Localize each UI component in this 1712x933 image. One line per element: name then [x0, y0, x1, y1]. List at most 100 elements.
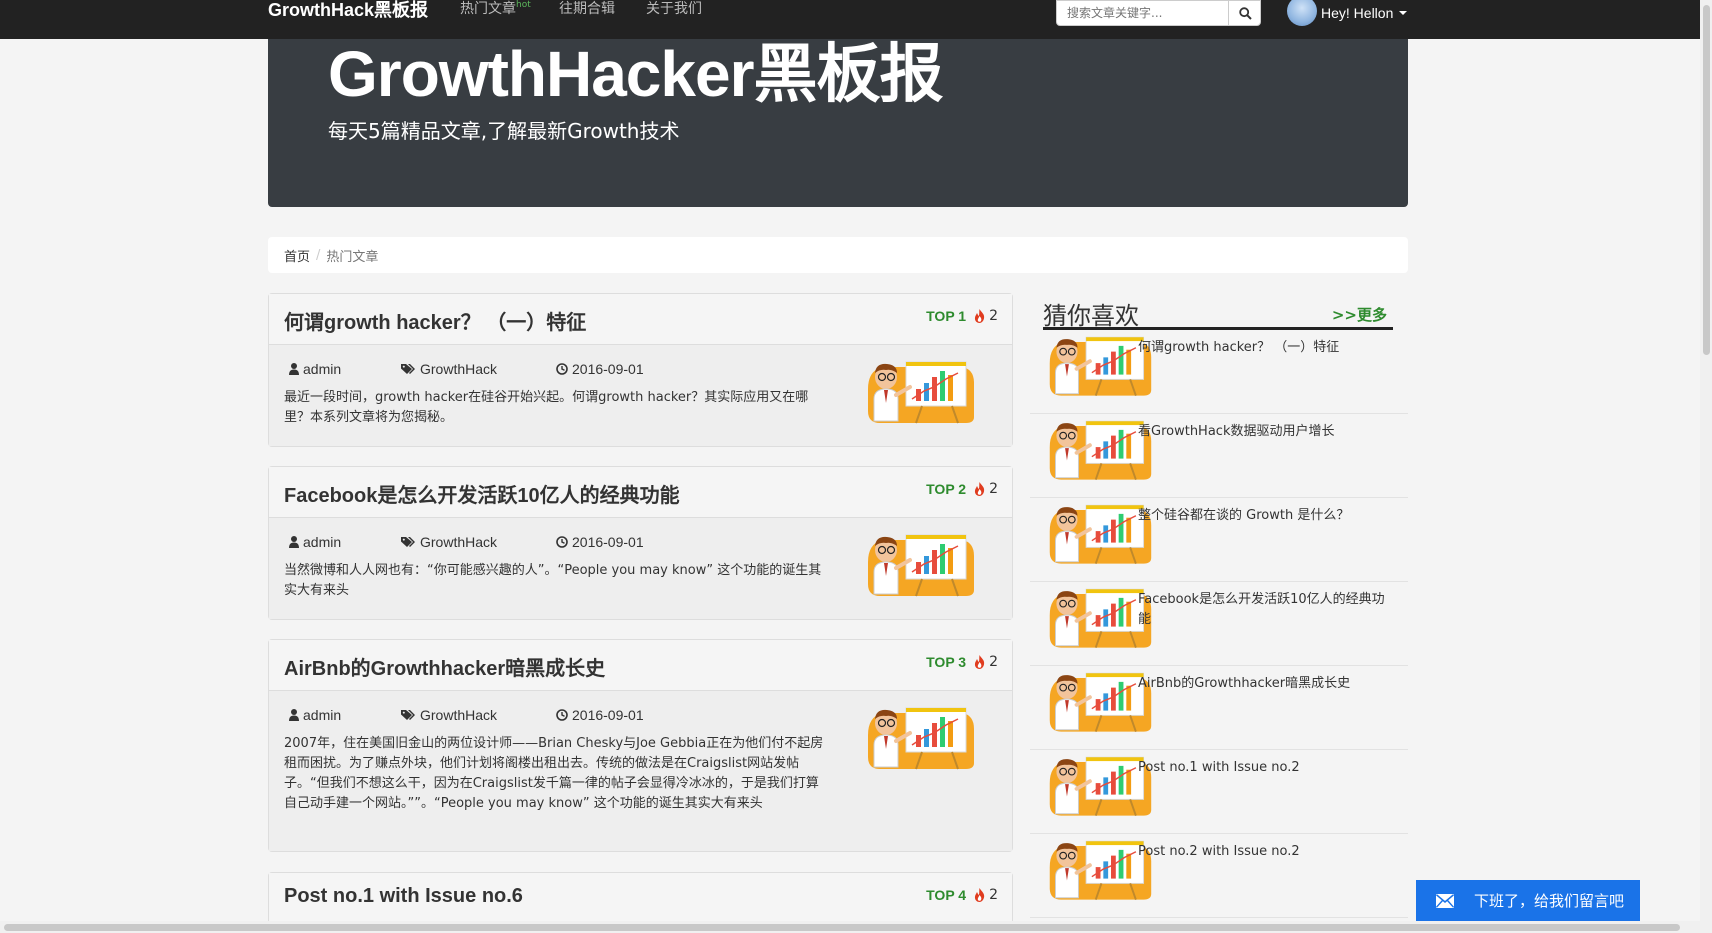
category-name[interactable]: GrowthHack: [420, 707, 497, 723]
author-name: admin: [303, 707, 342, 723]
nav-archive[interactable]: 往期合辑: [559, 0, 615, 18]
author-name: admin: [303, 534, 342, 550]
user-greeting: Hey! Hellon: [1321, 5, 1394, 21]
article-meta: admin GrowthHack 2016-09-01: [289, 534, 644, 550]
article-rank: TOP 1 2: [926, 308, 998, 324]
breadcrumb-current: 热门文章: [326, 249, 379, 265]
rank-count: 2: [989, 654, 998, 670]
sidebar-item[interactable]: AirBnb的Growthhacker暗黑成长史: [1030, 666, 1408, 750]
breadcrumb-home[interactable]: 首页: [284, 246, 310, 265]
article-author: admin: [289, 707, 401, 723]
search-button[interactable]: [1228, 1, 1261, 25]
horizontal-scrollbar-thumb[interactable]: [4, 924, 1680, 931]
sidebar-item-title[interactable]: Post no.1 with Issue no.2: [1138, 758, 1390, 778]
category-name[interactable]: GrowthHack: [420, 361, 497, 377]
search-input[interactable]: [1057, 1, 1228, 25]
article-date: 2016-09-01: [556, 361, 644, 377]
fire-icon: [975, 655, 985, 669]
nav-about[interactable]: 关于我们: [646, 0, 702, 18]
clock-icon: [556, 536, 568, 548]
article-title[interactable]: Facebook是怎么开发活跃10亿人的经典功能: [284, 479, 680, 508]
chevron-down-icon: [1399, 11, 1408, 15]
sidebar-item-title[interactable]: Post no.2 with Issue no.2: [1138, 842, 1390, 862]
sidebar-item-title[interactable]: 看GrowthHack数据驱动用户增长: [1138, 422, 1390, 442]
sidebar-item[interactable]: Post no.1 with Issue no.2: [1030, 750, 1408, 834]
sidebar-item-title[interactable]: 整个硅谷都在谈的 Growth 是什么？: [1138, 506, 1390, 526]
article-rank: TOP 4 2: [926, 887, 998, 903]
article-title[interactable]: AirBnb的Growthhacker暗黑成长史: [284, 652, 605, 681]
article-thumbnail[interactable]: [862, 532, 979, 597]
article-card: Facebook是怎么开发活跃10亿人的经典功能 TOP 2 2 admin G…: [268, 466, 1013, 620]
sidebar-more-link[interactable]: >>更多: [1332, 304, 1387, 325]
nav-hot-articles-label: 热门文章: [460, 1, 516, 17]
breadcrumb-separator: /: [316, 247, 321, 263]
top-navbar: GrowthHack黑板报 热门文章hot 往期合辑 关于我们 Hey! Hel…: [0, 0, 1703, 39]
article-body: admin GrowthHack 2016-09-01 当然微博和人人网也有：“…: [269, 518, 1012, 619]
rank-count: 2: [989, 308, 998, 324]
article-thumbnail[interactable]: [862, 359, 979, 424]
sidebar-item[interactable]: Post no.2 with Issue no.2: [1030, 834, 1408, 918]
rank-label: TOP 4: [926, 887, 967, 903]
sidebar-header: 猜你喜欢 >>更多: [1043, 296, 1393, 330]
article-header: AirBnb的Growthhacker暗黑成长史 TOP 3 2: [269, 640, 1012, 691]
sidebar-item[interactable]: Facebook是怎么开发活跃10亿人的经典功能: [1030, 582, 1408, 666]
sidebar-item[interactable]: 何谓growth hacker？ （一）特征: [1030, 330, 1408, 414]
article-excerpt: 2007年，住在美国旧金山的两位设计师——Brian Chesky与Joe Ge…: [284, 736, 824, 811]
article-category: GrowthHack: [401, 534, 556, 550]
sidebar-title: 猜你喜欢: [1043, 302, 1139, 330]
article-author: admin: [289, 361, 401, 377]
sidebar-item-title[interactable]: 何谓growth hacker？ （一）特征: [1138, 338, 1390, 358]
vertical-scrollbar-thumb[interactable]: [1703, 5, 1710, 355]
article-body: admin GrowthHack 2016-09-01 最近一段时间，growt…: [269, 345, 1012, 446]
sidebar-item-title[interactable]: AirBnb的Growthhacker暗黑成长史: [1138, 674, 1390, 694]
feedback-button[interactable]: 下班了，给我们留言吧: [1416, 880, 1640, 921]
article-title[interactable]: 何谓growth hacker？ （一）特征: [284, 306, 586, 335]
article-rank: TOP 3 2: [926, 654, 998, 670]
user-icon: [289, 536, 299, 548]
article-title[interactable]: Post no.1 with Issue no.6: [284, 885, 523, 908]
article-excerpt: 最近一段时间，growth hacker在硅谷开始兴起。何谓growth hac…: [284, 390, 809, 425]
article-date: 2016-09-01: [556, 707, 644, 723]
article-header: Facebook是怎么开发活跃10亿人的经典功能 TOP 2 2: [269, 467, 1012, 518]
article-header: Post no.1 with Issue no.6 TOP 4 2: [269, 873, 1012, 924]
feedback-label: 下班了，给我们留言吧: [1474, 892, 1625, 910]
date-value: 2016-09-01: [572, 707, 644, 723]
fire-icon: [975, 309, 985, 323]
article-excerpt: 当然微博和人人网也有：“你可能感兴趣的人”。“People you may kn…: [284, 563, 822, 598]
rank-label: TOP 1: [926, 308, 967, 324]
fire-icon: [975, 888, 985, 902]
article-thumbnail[interactable]: [862, 705, 979, 770]
brand-logo[interactable]: GrowthHack黑板报: [268, 0, 428, 20]
fire-icon: [975, 482, 985, 496]
clock-icon: [556, 363, 568, 375]
user-icon: [289, 709, 299, 721]
article-meta: admin GrowthHack 2016-09-01: [289, 361, 644, 377]
article-body: admin GrowthHack 2016-09-01 2007年，住在美国旧金…: [269, 691, 1012, 851]
search-box: [1056, 0, 1261, 26]
hero-subtitle: 每天5篇精品文章,了解最新Growth技术: [328, 119, 680, 143]
rank-label: TOP 2: [926, 481, 967, 497]
article-meta: admin GrowthHack 2016-09-01: [289, 707, 644, 723]
tags-icon: [401, 710, 415, 720]
article-card: AirBnb的Growthhacker暗黑成长史 TOP 3 2 admin G…: [268, 639, 1013, 852]
article-rank: TOP 2 2: [926, 481, 998, 497]
tags-icon: [401, 537, 415, 547]
avatar: [1287, 0, 1317, 26]
category-name[interactable]: GrowthHack: [420, 534, 497, 550]
article-author: admin: [289, 534, 401, 550]
search-icon: [1238, 6, 1252, 20]
clock-icon: [556, 709, 568, 721]
sidebar-item[interactable]: 整个硅谷都在谈的 Growth 是什么？: [1030, 498, 1408, 582]
hero-title: GrowthHacker黑板报: [328, 38, 943, 110]
envelope-icon: [1436, 893, 1454, 908]
nav-hot-articles[interactable]: 热门文章hot: [460, 0, 531, 20]
sidebar-item[interactable]: 看GrowthHack数据驱动用户增长: [1030, 414, 1408, 498]
date-value: 2016-09-01: [572, 361, 644, 377]
nav-hot-badge: hot: [516, 0, 531, 10]
article-category: GrowthHack: [401, 707, 556, 723]
sidebar-item-title[interactable]: Facebook是怎么开发活跃10亿人的经典功能: [1138, 590, 1390, 630]
article-header: 何谓growth hacker？ （一）特征 TOP 1 2: [269, 294, 1012, 345]
date-value: 2016-09-01: [572, 534, 644, 550]
user-menu-dropdown[interactable]: Hey! Hellon: [1287, 0, 1408, 26]
rank-count: 2: [989, 481, 998, 497]
